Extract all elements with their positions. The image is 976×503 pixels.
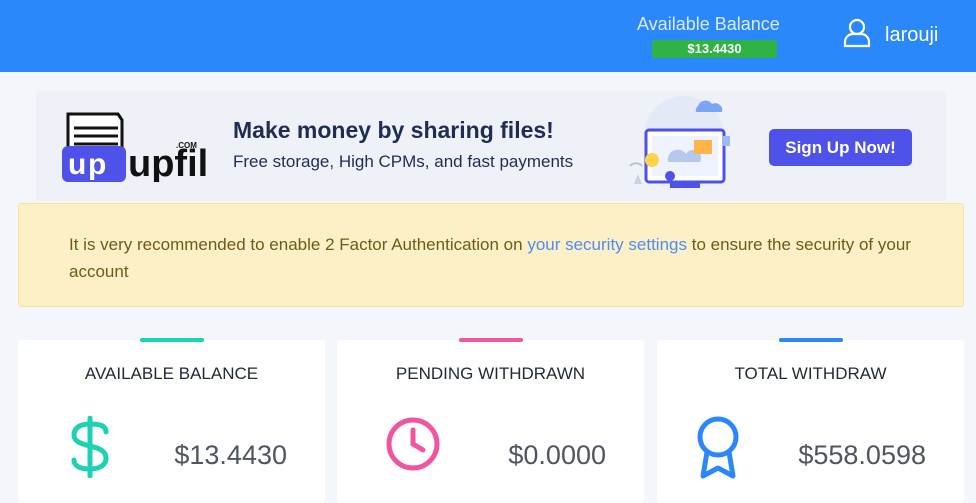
- 2fa-alert: It is very recommended to enable 2 Facto…: [18, 203, 964, 307]
- dollar-icon: [68, 415, 112, 483]
- card-accent: [140, 338, 204, 342]
- svg-text:.COM: .COM: [176, 141, 197, 150]
- card-title: TOTAL WITHDRAW: [734, 364, 887, 383]
- pending-withdrawn-card: PENDING WITHDRAWN $0.0000: [337, 338, 644, 503]
- balance-badge: $13.4430: [652, 40, 777, 58]
- user-menu[interactable]: larouji: [843, 18, 938, 53]
- card-value: $558.0598: [798, 440, 926, 470]
- card-value: $0.0000: [508, 440, 606, 470]
- svg-text:p: p: [88, 148, 106, 181]
- banner-subtitle: Free storage, High CPMs, and fast paymen…: [233, 152, 574, 171]
- ad-banner[interactable]: u p upfiles .COM Make money by sharing f…: [36, 91, 946, 201]
- security-settings-link[interactable]: your security settings: [527, 235, 687, 254]
- banner-title: Make money by sharing files!: [233, 117, 554, 143]
- card-accent: [459, 338, 523, 342]
- clock-icon: [385, 416, 441, 477]
- card-value: $13.4430: [174, 440, 287, 470]
- username: larouji: [885, 24, 939, 46]
- alert-text-before: It is very recommended to enable 2 Facto…: [69, 235, 528, 254]
- cloud-storage-illustration-icon: [624, 96, 750, 205]
- card-title: PENDING WITHDRAWN: [395, 364, 586, 383]
- award-icon: [695, 416, 741, 485]
- card-accent: [779, 338, 843, 342]
- sign-up-button[interactable]: Sign Up Now!: [769, 129, 912, 166]
- total-withdraw-card: TOTAL WITHDRAW $558.0598: [657, 338, 964, 503]
- available-balance-card: AVAILABLE BALANCE $13.4430: [18, 338, 325, 503]
- top-bar: Available Balance $13.4430 larouji: [0, 0, 976, 72]
- upfiles-logo: u p upfiles .COM: [62, 110, 250, 187]
- available-balance-label: Available Balance: [637, 14, 780, 34]
- svg-text:u: u: [68, 148, 86, 181]
- card-title: AVAILABLE BALANCE: [84, 364, 259, 383]
- user-icon: [843, 18, 871, 53]
